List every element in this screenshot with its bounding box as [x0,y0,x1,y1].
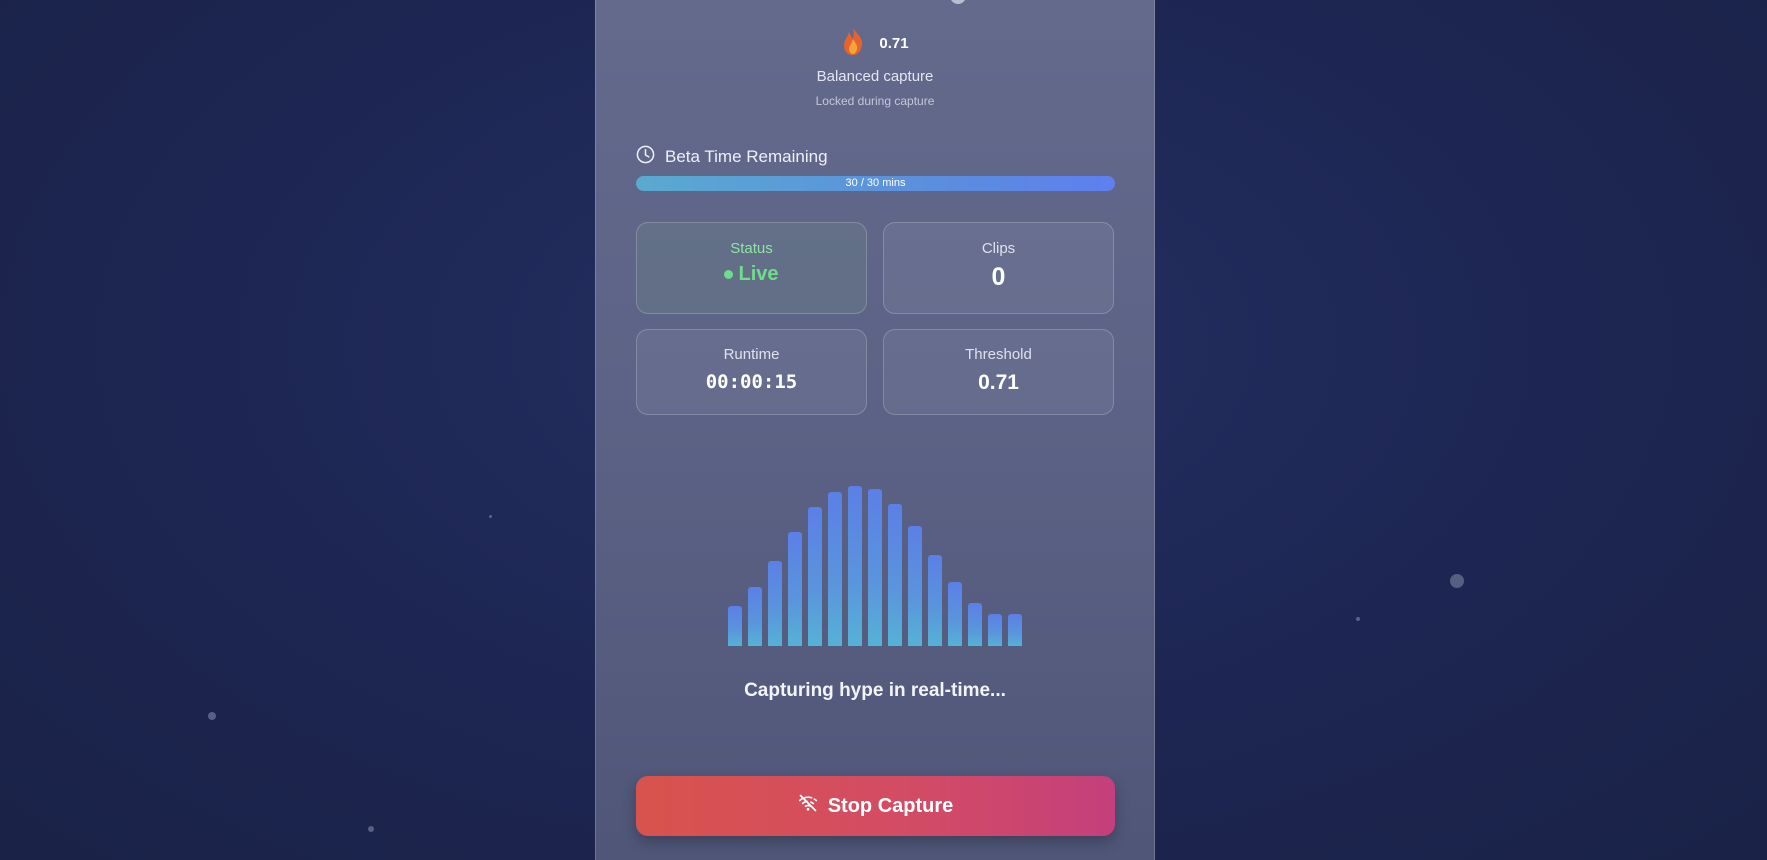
heat-indicator: 0.71 [596,26,1154,61]
status-value: Live [637,263,866,286]
background-particle [489,515,492,518]
capture-mode-label: Balanced capture [816,68,934,85]
status-text: Live [738,263,779,285]
visualizer-bar [888,504,902,646]
visualizer-bar [728,606,742,646]
fire-icon [841,26,865,61]
capture-status-message: Capturing hype in real-time... [744,680,1006,701]
visualizer-bar [808,507,822,646]
visualizer-bar [928,555,942,646]
visualizer-bar [748,587,762,646]
status-card: Status Live [636,222,867,314]
background-particle [368,826,374,832]
stop-capture-button[interactable]: Stop Capture [636,776,1115,836]
slider-handle[interactable] [950,0,966,4]
visualizer-bar [868,489,882,646]
background-particle [208,712,216,720]
threshold-card: Threshold 0.71 [883,329,1114,415]
clock-icon [636,145,655,169]
beta-time-header: Beta Time Remaining [636,145,828,169]
live-dot-icon [724,270,734,279]
heat-value: 0.71 [879,35,909,52]
visualizer-bar [1008,614,1022,646]
visualizer-bar [948,582,962,646]
audio-visualizer [728,480,1024,646]
status-label: Status [730,240,773,257]
runtime-value: 00:00:15 [705,371,798,393]
wifi-off-icon [798,793,818,819]
lock-note: Locked during capture [815,94,935,108]
beta-time-progress-bar: 30 / 30 mins [636,176,1115,191]
visualizer-bar [788,532,802,646]
clips-label: Clips [981,240,1016,257]
threshold-value: 0.71 [978,371,1019,394]
visualizer-bar [848,486,862,646]
background-particle [1356,617,1360,621]
background-particle [1450,574,1464,588]
beta-time-label: Beta Time Remaining [665,147,828,166]
visualizer-bar [988,614,1002,646]
capture-panel: 0.71 Balanced capture Locked during capt… [595,0,1155,860]
progress-text: 30 / 30 mins [845,177,906,189]
threshold-label: Threshold [965,346,1032,363]
runtime-label: Runtime [723,346,780,363]
visualizer-bar [908,526,922,646]
clips-card: Clips 0 [883,222,1114,314]
clips-value: 0 [991,263,1006,291]
visualizer-bar [768,561,782,646]
runtime-card: Runtime 00:00:15 [636,329,867,415]
stop-capture-label: Stop Capture [827,794,954,817]
visualizer-bar [828,492,842,646]
visualizer-bar [968,603,982,646]
